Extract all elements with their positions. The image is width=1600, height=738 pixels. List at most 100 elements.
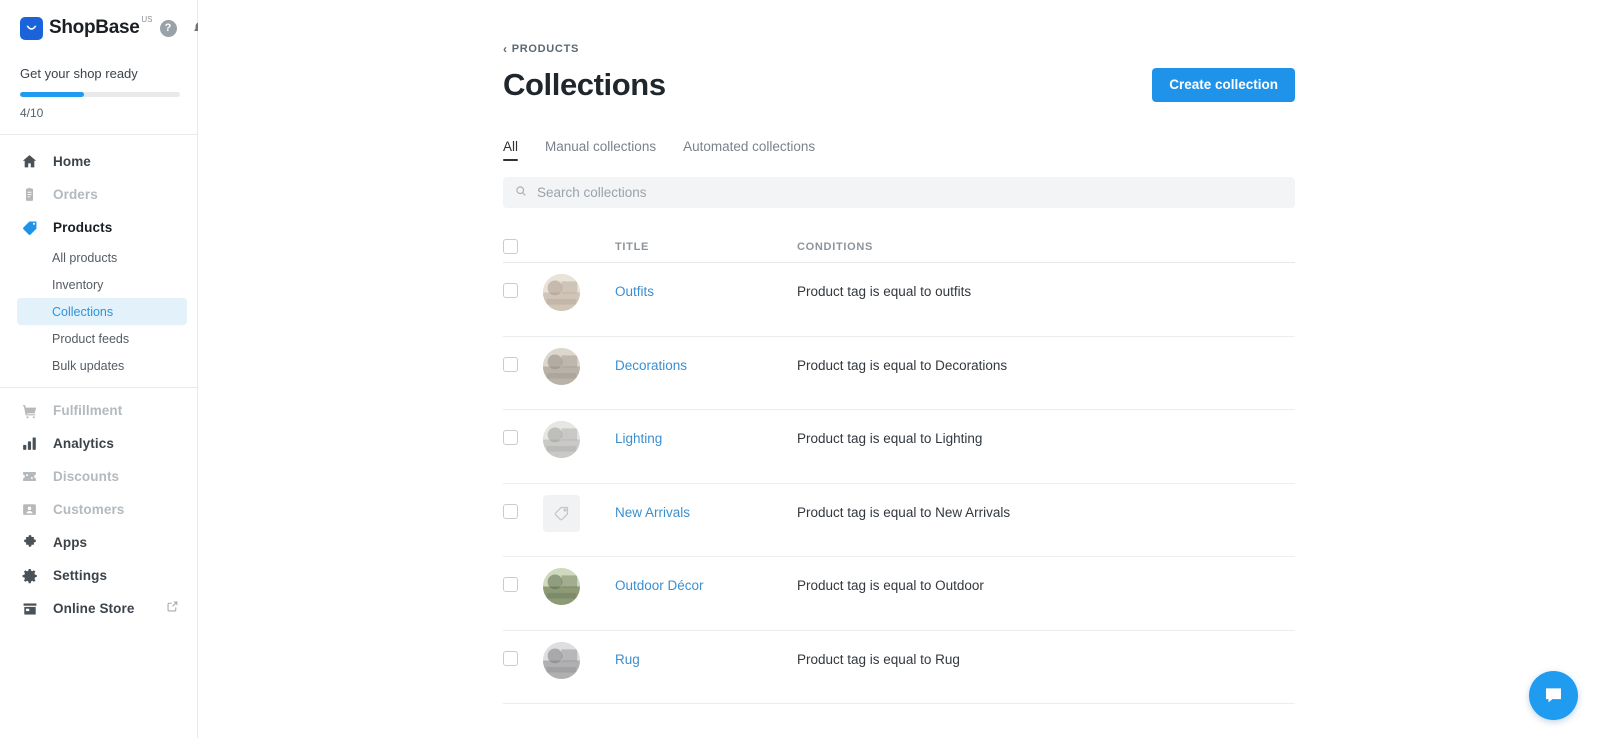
orders-clipboard-icon bbox=[20, 185, 39, 204]
collection-title-link[interactable]: Outdoor Décor bbox=[615, 578, 704, 593]
sidebar-item-online-store-label: Online Store bbox=[53, 601, 134, 616]
table-row[interactable]: Outfits Product tag is equal to outfits bbox=[503, 263, 1295, 337]
row-checkbox-cell bbox=[503, 577, 543, 592]
help-icon[interactable]: ? bbox=[160, 20, 177, 37]
create-collection-button[interactable]: Create collection bbox=[1152, 68, 1295, 102]
sidebar-item-products[interactable]: Products bbox=[0, 211, 197, 244]
row-title-cell: Lighting bbox=[615, 430, 797, 448]
sidebar-item-analytics-label: Analytics bbox=[53, 436, 114, 451]
sidebar-item-settings-label: Settings bbox=[53, 568, 107, 583]
shop-ready-progress-bar bbox=[20, 92, 180, 97]
column-header-conditions: CONDITIONS bbox=[797, 241, 873, 253]
sidebar-item-products-label: Products bbox=[53, 220, 112, 235]
chat-bubble-icon[interactable] bbox=[1529, 671, 1578, 720]
sidebar-item-bulk-updates[interactable]: Bulk updates bbox=[17, 352, 187, 379]
sidebar-item-home[interactable]: Home bbox=[0, 145, 197, 178]
sidebar-item-apps[interactable]: Apps bbox=[0, 526, 197, 559]
products-tag-icon bbox=[20, 218, 39, 237]
sidebar-item-customers-label: Customers bbox=[53, 502, 124, 517]
row-condition-cell: Product tag is equal to Lighting bbox=[797, 430, 1295, 448]
row-thumbnail-cell bbox=[543, 577, 615, 605]
tab-automated-collections[interactable]: Automated collections bbox=[683, 139, 815, 161]
home-icon bbox=[20, 152, 39, 171]
external-link-icon[interactable] bbox=[166, 600, 179, 618]
table-header-row: TITLE CONDITIONS bbox=[503, 230, 1295, 263]
row-condition-cell: Product tag is equal to Decorations bbox=[797, 357, 1295, 375]
discount-icon bbox=[20, 467, 39, 486]
row-checkbox-cell bbox=[503, 283, 543, 298]
table-row[interactable]: Decorations Product tag is equal to Decor… bbox=[503, 337, 1295, 411]
search-input[interactable] bbox=[535, 184, 1283, 201]
search-bar[interactable] bbox=[503, 177, 1295, 208]
search-icon bbox=[515, 184, 527, 202]
sidebar-divider bbox=[0, 387, 197, 388]
gear-icon bbox=[20, 566, 39, 585]
page-container: ‹ PRODUCTS Collections Create collection… bbox=[503, 0, 1295, 704]
shop-ready-label: Get your shop ready bbox=[20, 66, 179, 81]
collection-thumbnail bbox=[543, 274, 580, 311]
row-checkbox[interactable] bbox=[503, 651, 518, 666]
row-thumbnail-cell bbox=[543, 430, 615, 458]
row-checkbox[interactable] bbox=[503, 357, 518, 372]
collection-title-link[interactable]: New Arrivals bbox=[615, 505, 690, 520]
sidebar-item-analytics[interactable]: Analytics bbox=[0, 427, 197, 460]
sidebar-item-orders[interactable]: Orders bbox=[0, 178, 197, 211]
sidebar-item-online-store[interactable]: Online Store bbox=[0, 592, 197, 625]
main-content: ‹ PRODUCTS Collections Create collection… bbox=[198, 0, 1600, 738]
conditions-header-cell: CONDITIONS bbox=[797, 237, 1295, 255]
sidebar-item-customers[interactable]: Customers bbox=[0, 493, 197, 526]
collection-condition-text: Product tag is equal to Rug bbox=[797, 652, 960, 667]
row-checkbox-cell bbox=[503, 651, 543, 666]
collection-title-link[interactable]: Rug bbox=[615, 652, 640, 667]
sidebar-item-home-label: Home bbox=[53, 154, 91, 169]
collection-title-link[interactable]: Outfits bbox=[615, 284, 654, 299]
row-title-cell: Decorations bbox=[615, 357, 797, 375]
sidebar-item-product-feeds[interactable]: Product feeds bbox=[17, 325, 187, 352]
sidebar-item-inventory[interactable]: Inventory bbox=[17, 271, 187, 298]
tab-all[interactable]: All bbox=[503, 139, 518, 161]
customers-icon bbox=[20, 500, 39, 519]
table-row[interactable]: Outdoor DécorProduct tag is equal to Out… bbox=[503, 557, 1295, 631]
select-all-cell bbox=[503, 239, 543, 254]
sidebar-item-fulfillment-label: Fulfillment bbox=[53, 403, 122, 418]
sidebar-item-collections[interactable]: Collections bbox=[17, 298, 187, 325]
puzzle-icon bbox=[20, 533, 39, 552]
shop-ready-panel: Get your shop ready 4/10 bbox=[0, 56, 197, 135]
shopbase-logo-icon[interactable] bbox=[20, 17, 43, 40]
sidebar-item-inventory-label: Inventory bbox=[52, 278, 103, 292]
sidebar-item-settings[interactable]: Settings bbox=[0, 559, 197, 592]
collection-condition-text: Product tag is equal to outfits bbox=[797, 284, 971, 299]
row-thumbnail-cell bbox=[543, 357, 615, 385]
select-all-checkbox[interactable] bbox=[503, 239, 518, 254]
column-header-title: TITLE bbox=[615, 241, 649, 253]
tab-manual-collections[interactable]: Manual collections bbox=[545, 139, 656, 161]
collection-title-link[interactable]: Decorations bbox=[615, 358, 687, 373]
sidebar-item-collections-label: Collections bbox=[52, 305, 113, 319]
row-checkbox[interactable] bbox=[503, 504, 518, 519]
sidebar-item-product-feeds-label: Product feeds bbox=[52, 332, 129, 346]
row-checkbox[interactable] bbox=[503, 430, 518, 445]
breadcrumb[interactable]: ‹ PRODUCTS bbox=[503, 43, 579, 55]
brand-region-superscript: US bbox=[141, 15, 152, 24]
row-checkbox[interactable] bbox=[503, 577, 518, 592]
row-thumbnail-cell bbox=[543, 504, 615, 532]
sidebar-item-discounts-label: Discounts bbox=[53, 469, 119, 484]
chevron-left-icon: ‹ bbox=[503, 43, 508, 55]
title-header-cell: TITLE bbox=[615, 237, 797, 255]
sidebar-item-all-products[interactable]: All products bbox=[17, 244, 187, 271]
collection-thumbnail bbox=[543, 642, 580, 679]
sidebar-item-discounts[interactable]: Discounts bbox=[0, 460, 197, 493]
table-row[interactable]: New ArrivalsProduct tag is equal to New … bbox=[503, 484, 1295, 558]
sidebar-item-fulfillment[interactable]: Fulfillment bbox=[0, 394, 197, 427]
collection-thumbnail bbox=[543, 568, 580, 605]
table-row[interactable]: Lighting Product tag is equal to Lighting bbox=[503, 410, 1295, 484]
collection-title-link[interactable]: Lighting bbox=[615, 431, 662, 446]
collection-thumbnail bbox=[543, 421, 580, 458]
table-row[interactable]: Rug Product tag is equal to Rug bbox=[503, 631, 1295, 705]
storefront-icon bbox=[20, 599, 39, 618]
row-checkbox[interactable] bbox=[503, 283, 518, 298]
page-header: Collections Create collection bbox=[503, 67, 1295, 103]
sidebar-item-all-products-label: All products bbox=[52, 251, 117, 265]
sidebar-nav: Home Orders Products All products Invent… bbox=[0, 135, 197, 625]
shop-ready-progress-fill bbox=[20, 92, 84, 97]
